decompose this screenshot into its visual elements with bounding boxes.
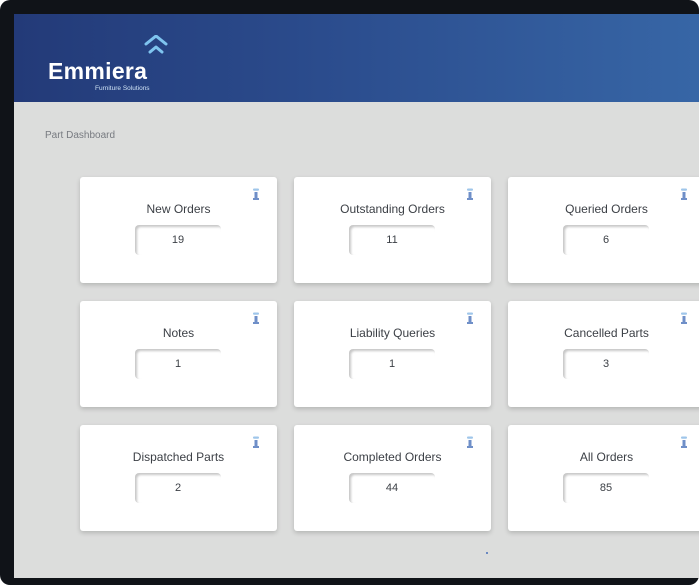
tile-count: 11 — [349, 225, 435, 255]
info-icon[interactable] — [250, 312, 262, 325]
tile-count: 2 — [135, 473, 221, 503]
tile-label: Queried Orders — [565, 202, 648, 216]
brand-name: Emmiera — [48, 58, 148, 84]
info-icon[interactable] — [678, 312, 690, 325]
tile-outstanding-orders[interactable]: Outstanding Orders 11 — [294, 177, 491, 283]
brand-tagline: Furniture Solutions — [95, 85, 150, 92]
dashboard-tile-grid: New Orders 19 Outstanding Orders 11 Quer… — [80, 177, 699, 547]
tile-count: 3 — [563, 349, 649, 379]
tile-queried-orders[interactable]: Queried Orders 6 — [508, 177, 699, 283]
tile-label: Outstanding Orders — [340, 202, 445, 216]
brand-logo[interactable]: Emmiera Furniture Solutions — [48, 28, 188, 98]
tile-cancelled-parts[interactable]: Cancelled Parts 3 — [508, 301, 699, 407]
tile-completed-orders[interactable]: Completed Orders 44 — [294, 425, 491, 531]
info-icon[interactable] — [464, 436, 476, 449]
tile-all-orders[interactable]: All Orders 85 — [508, 425, 699, 531]
info-icon[interactable] — [678, 436, 690, 449]
tile-count: 85 — [563, 473, 649, 503]
decorative-dot — [486, 552, 488, 554]
tile-count: 1 — [135, 349, 221, 379]
tile-label: All Orders — [579, 450, 634, 464]
tile-dispatched-parts[interactable]: Dispatched Parts 2 — [80, 425, 277, 531]
tile-notes[interactable]: Notes 1 — [80, 301, 277, 407]
tile-label: Liability Queries — [349, 326, 436, 340]
tile-count: 1 — [349, 349, 435, 379]
tile-label: New Orders — [146, 202, 211, 216]
chevron-up-logo-icon — [144, 35, 168, 54]
info-icon[interactable] — [464, 312, 476, 325]
tile-liability-queries[interactable]: Liability Queries 1 — [294, 301, 491, 407]
info-icon[interactable] — [464, 188, 476, 201]
tile-count: 19 — [135, 225, 221, 255]
tile-count: 44 — [349, 473, 435, 503]
info-icon[interactable] — [250, 188, 262, 201]
tile-label: Cancelled Parts — [564, 326, 649, 340]
tile-label: Completed Orders — [343, 450, 442, 464]
tile-label: Notes — [162, 326, 195, 340]
tile-label: Dispatched Parts — [132, 450, 225, 464]
info-icon[interactable] — [678, 188, 690, 201]
top-header: Emmiera Furniture Solutions — [14, 14, 699, 102]
tile-count: 6 — [563, 225, 649, 255]
device-frame: Emmiera Furniture Solutions Part Dashboa… — [0, 0, 699, 585]
tile-new-orders[interactable]: New Orders 19 — [80, 177, 277, 283]
app-screen: Emmiera Furniture Solutions Part Dashboa… — [14, 14, 699, 578]
breadcrumb: Part Dashboard — [45, 130, 116, 141]
info-icon[interactable] — [250, 436, 262, 449]
